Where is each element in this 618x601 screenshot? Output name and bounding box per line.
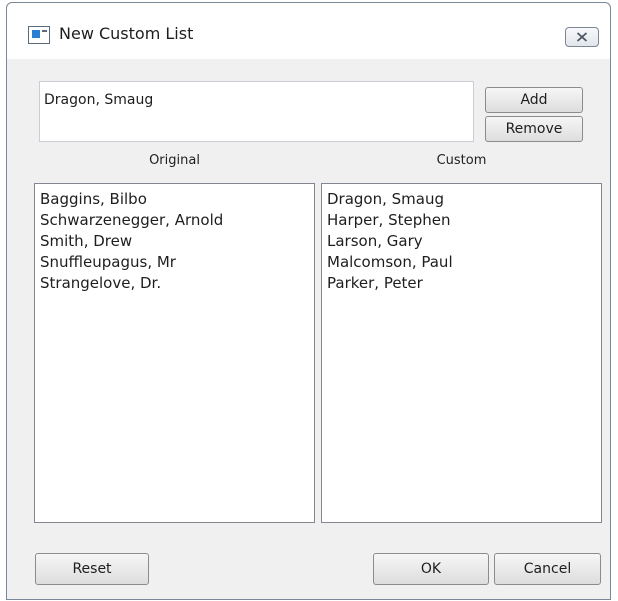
- original-list-item[interactable]: Snuffleupagus, Mr: [40, 252, 314, 273]
- close-button[interactable]: [565, 27, 599, 47]
- original-list-item[interactable]: Smith, Drew: [40, 231, 314, 252]
- reset-button[interactable]: Reset: [35, 553, 149, 585]
- original-list-item[interactable]: Strangelove, Dr.: [40, 273, 314, 294]
- custom-list-item[interactable]: Dragon, Smaug: [327, 189, 601, 210]
- custom-list-item[interactable]: Harper, Stephen: [327, 210, 601, 231]
- title-bar: New Custom List: [7, 3, 610, 59]
- custom-list-header: Custom: [436, 153, 487, 168]
- custom-list-item[interactable]: Larson, Gary: [327, 231, 601, 252]
- original-listbox[interactable]: Baggins, Bilbo Schwarzenegger, Arnold Sm…: [34, 183, 315, 523]
- custom-listbox[interactable]: Dragon, Smaug Harper, Stephen Larson, Ga…: [321, 183, 602, 523]
- window-title: New Custom List: [59, 24, 194, 43]
- new-custom-list-dialog: New Custom List Dragon, Smaug Add Remove…: [6, 2, 611, 600]
- custom-list-item[interactable]: Malcomson, Paul: [327, 252, 601, 273]
- cancel-button[interactable]: Cancel: [494, 553, 601, 585]
- close-icon: [576, 32, 588, 42]
- custom-list-item[interactable]: Parker, Peter: [327, 273, 601, 294]
- remove-button[interactable]: Remove: [485, 116, 583, 142]
- original-list-item[interactable]: Schwarzenegger, Arnold: [40, 210, 314, 231]
- ok-button[interactable]: OK: [373, 553, 489, 585]
- app-window-icon: [28, 26, 50, 44]
- original-list-header: Original: [149, 153, 200, 168]
- list-entry-input[interactable]: Dragon, Smaug: [39, 81, 474, 142]
- original-list-item[interactable]: Baggins, Bilbo: [40, 189, 314, 210]
- add-button[interactable]: Add: [485, 87, 583, 113]
